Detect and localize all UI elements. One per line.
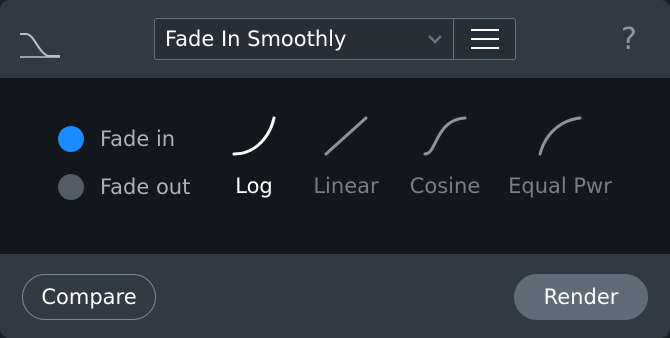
fade-out-label: Fade out bbox=[100, 175, 191, 199]
curve-label-log: Log bbox=[235, 174, 273, 198]
chevron-down-icon bbox=[428, 35, 442, 44]
footer: Compare Render bbox=[0, 254, 670, 338]
preset-dropdown: Fade In Smoothly bbox=[154, 18, 516, 60]
hamburger-menu-icon bbox=[470, 29, 499, 49]
header: Fade In Smoothly ? bbox=[0, 0, 670, 78]
curve-label-linear: Linear bbox=[313, 174, 379, 198]
log-curve-icon bbox=[232, 116, 276, 156]
render-button[interactable]: Render bbox=[514, 274, 648, 320]
curve-option-equal-power[interactable]: Equal Pwr bbox=[495, 114, 625, 214]
compare-button[interactable]: Compare bbox=[22, 274, 156, 320]
linear-curve-icon bbox=[324, 116, 368, 156]
curve-option-cosine[interactable]: Cosine bbox=[380, 114, 510, 214]
preset-menu-button[interactable] bbox=[453, 19, 515, 59]
curve-label-equal-power: Equal Pwr bbox=[508, 174, 612, 198]
fade-out-radio[interactable]: Fade out bbox=[58, 174, 190, 200]
fade-in-radio[interactable]: Fade in bbox=[58, 126, 175, 152]
help-icon[interactable]: ? bbox=[614, 20, 644, 60]
radio-selected-dot bbox=[58, 126, 84, 152]
fade-settings-panel: Fade in Fade out Log Linear Cosine Equal… bbox=[0, 78, 670, 254]
curve-label-cosine: Cosine bbox=[409, 174, 481, 198]
fade-curve-icon bbox=[20, 33, 60, 58]
fade-dialog: Fade In Smoothly ? Fade in Fade out Log … bbox=[0, 0, 670, 338]
preset-value: Fade In Smoothly bbox=[165, 27, 347, 51]
preset-select[interactable]: Fade In Smoothly bbox=[155, 19, 453, 59]
equal-power-curve-icon bbox=[538, 116, 582, 156]
cosine-curve-icon bbox=[423, 116, 467, 156]
radio-unselected-dot bbox=[58, 174, 84, 200]
fade-in-label: Fade in bbox=[100, 127, 176, 151]
